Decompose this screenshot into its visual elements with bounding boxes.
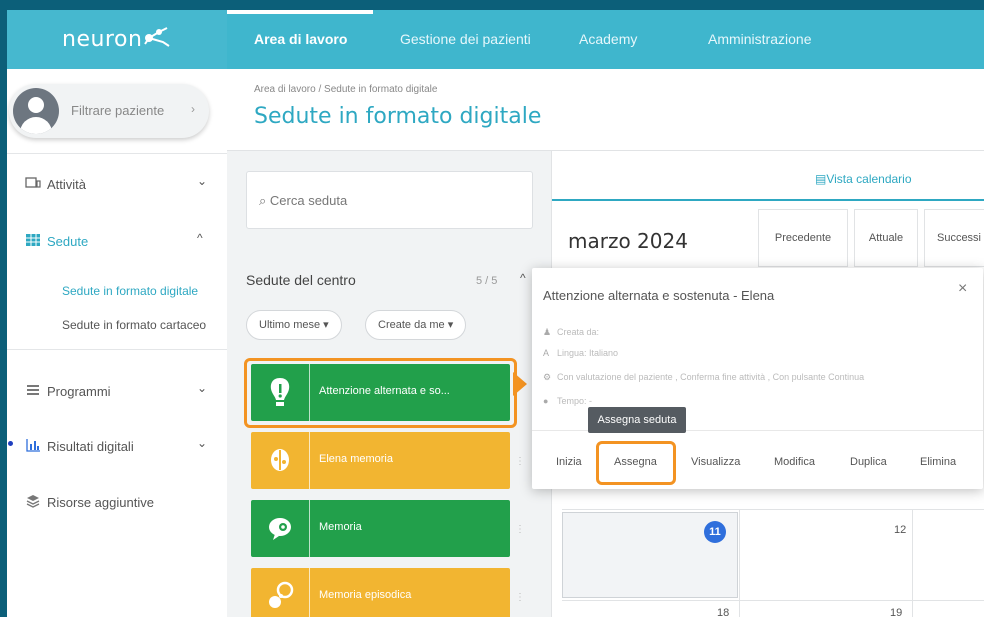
options-icon: ⚙ <box>543 372 552 382</box>
avatar <box>13 88 59 134</box>
list-icon <box>27 385 39 395</box>
brain-gear-icon <box>269 518 291 540</box>
clock-icon: ● <box>543 396 549 406</box>
sidebar-item-label: Sedute <box>47 234 89 249</box>
episodic-memory-icon <box>269 581 294 608</box>
chevron-right-icon: › <box>191 102 195 116</box>
sidebar-subitem-digitale[interactable]: Sedute in formato digitale <box>62 284 198 298</box>
elimina-button[interactable]: Elimina <box>920 456 956 468</box>
tab-vista-calendario[interactable]: ▤Vista calendario <box>552 151 984 201</box>
tab-amministrazione[interactable]: Amministrazione <box>708 10 811 69</box>
session-card-label: Elena memoria <box>319 453 393 465</box>
drag-handle-icon[interactable]: ⋮ <box>515 524 525 535</box>
page-title: Sedute in formato digitale <box>254 104 542 129</box>
modifica-button[interactable]: Modifica <box>774 456 815 468</box>
grid-line <box>562 509 984 510</box>
sidebar-item-label: Risorse aggiuntive <box>47 495 154 510</box>
notification-dot <box>8 441 13 446</box>
sidebar-item-risorse[interactable]: Risorse aggiuntive <box>7 492 227 514</box>
patient-filter-button[interactable]: Filtrare paziente › <box>9 84 209 138</box>
chevron-up-icon[interactable]: ^ <box>520 271 526 285</box>
sidebar-item-attivita[interactable]: Attività ⌄ <box>7 174 227 196</box>
sidebar-item-label: Programmi <box>47 384 111 399</box>
tab-area-di-lavoro[interactable]: Area di lavoro <box>254 10 347 69</box>
filter-period[interactable]: Ultimo mese ▾ <box>246 310 342 340</box>
language-icon: A <box>543 348 550 358</box>
calendar-month: marzo 2024 <box>568 229 688 253</box>
drag-handle-icon[interactable]: ⋮ <box>515 456 525 467</box>
tab-academy[interactable]: Academy <box>579 10 637 69</box>
prev-button[interactable]: Precedente <box>758 209 848 267</box>
session-card[interactable]: Memoria <box>251 500 510 557</box>
calendar-day-number[interactable]: 12 <box>894 524 906 536</box>
top-navbar: neuron Area di lavoro Gestione dei pazie… <box>7 10 984 69</box>
tab-gestione-pazienti[interactable]: Gestione dei pazienti <box>400 10 531 69</box>
breadcrumb[interactable]: Area di lavoro / Sedute in formato digit… <box>254 84 437 95</box>
page-header: Area di lavoro / Sedute in formato digit… <box>227 69 984 151</box>
popup-options: ⚙ Con valutazione del paziente , Conferma… <box>543 372 865 382</box>
grid-icon <box>26 234 40 246</box>
chevron-up-icon: ^ <box>197 231 203 245</box>
popup-language: A Lingua: Italiano <box>543 348 619 358</box>
calendar-day-number[interactable]: 18 <box>717 607 729 617</box>
today-button[interactable]: Attuale <box>854 209 918 267</box>
bar-chart-icon <box>26 439 40 452</box>
session-card-label: Memoria episodica <box>319 589 412 601</box>
session-card[interactable]: Elena memoria <box>251 432 510 489</box>
chevron-down-icon: ⌄ <box>197 174 208 188</box>
grid-line <box>562 600 984 601</box>
search-icon: ⌕ <box>259 193 270 208</box>
sidebar-item-sedute[interactable]: Sedute ^ <box>7 231 227 253</box>
app-logo[interactable]: neuron <box>62 27 142 52</box>
session-card-label: Memoria <box>319 521 362 533</box>
app-window: neuron Area di lavoro Gestione dei pazie… <box>7 10 984 617</box>
highlight-box <box>244 358 517 428</box>
divider <box>7 349 227 350</box>
logo-area: neuron <box>7 10 227 69</box>
search-input[interactable]: ⌕ Cerca seduta <box>246 171 533 229</box>
sidebar-subitem-cartaceo[interactable]: Sedute in formato cartaceo <box>62 318 206 332</box>
sidebar-item-programmi[interactable]: Programmi ⌄ <box>7 381 227 403</box>
grid-line <box>912 509 913 617</box>
calendar-icon: ▤ <box>815 172 827 186</box>
filter-created-by-me[interactable]: Create da me ▾ <box>365 310 467 340</box>
activity-icon <box>25 177 41 188</box>
patient-filter-label: Filtrare paziente <box>71 103 165 118</box>
inizia-button[interactable]: Inizia <box>556 456 582 468</box>
popup-title: Attenzione alternata e sostenuta - Elena <box>543 288 775 303</box>
screenshot-frame: neuron Area di lavoro Gestione dei pazie… <box>0 0 984 617</box>
sidebar-item-risultati[interactable]: Risultati digitali ⌄ <box>7 436 227 458</box>
divider <box>7 153 227 154</box>
popup-created-by: ♟ Creata da: <box>543 327 600 337</box>
logo-mark-icon <box>144 27 170 47</box>
grid-line <box>739 509 740 617</box>
highlight-box <box>596 441 676 485</box>
list-heading: Sedute del centro <box>246 272 356 288</box>
memory-icon <box>271 449 289 471</box>
chevron-down-icon: ⌄ <box>197 436 208 450</box>
highlight-arrow <box>513 372 527 396</box>
search-placeholder: ⌕ Cerca seduta <box>259 193 348 208</box>
session-detail-popup: Attenzione alternata e sostenuta - Elena… <box>532 268 983 489</box>
next-button[interactable]: Successi <box>924 209 984 267</box>
session-list-panel: ⌕ Cerca seduta Sedute del centro 5 / 5 ^… <box>227 151 551 617</box>
sidebar-item-label: Risultati digitali <box>47 439 134 454</box>
duplica-button[interactable]: Duplica <box>850 456 887 468</box>
calendar-day-number[interactable]: 19 <box>890 607 902 617</box>
popup-time: ● Tempo: - <box>543 396 593 406</box>
calendar-view-label: ▤Vista calendario <box>815 172 912 186</box>
list-count: 5 / 5 <box>476 275 498 287</box>
session-card[interactable]: Memoria episodica <box>251 568 510 617</box>
tooltip: Assegna seduta <box>588 407 686 433</box>
today-badge: 11 <box>704 521 726 543</box>
close-icon[interactable]: × <box>958 280 967 298</box>
drag-handle-icon[interactable]: ⋮ <box>515 592 525 603</box>
visualizza-button[interactable]: Visualizza <box>691 456 740 468</box>
sidebar-item-label: Attività <box>47 177 87 192</box>
user-icon: ♟ <box>543 327 552 337</box>
chevron-down-icon: ⌄ <box>197 381 208 395</box>
resources-icon <box>26 495 40 508</box>
sidebar: Filtrare paziente › Attività ⌄ Sedute ^ … <box>7 69 227 617</box>
